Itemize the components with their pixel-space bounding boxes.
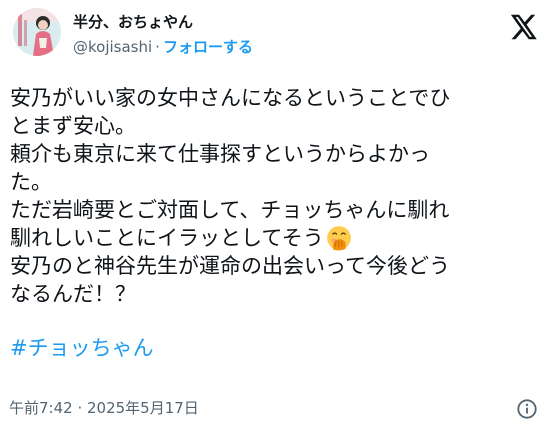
- tweet-text: 安乃がいい家の女中さんになるということでひ とまず安心。 頼介も東京に来て仕事探…: [10, 84, 538, 362]
- author-handle-row: @kojisashi · フォローする: [73, 37, 253, 57]
- author-avatar[interactable]: [13, 8, 61, 56]
- info-icon[interactable]: [516, 398, 538, 420]
- author-info: 半分、おちょやん @kojisashi · フォローする: [73, 12, 253, 57]
- tweet-line: た。: [10, 170, 52, 194]
- tweet-line: 安乃がいい家の女中さんになるということでひ: [10, 86, 451, 110]
- tweet-line: 頼介も東京に来て仕事探すというからよかっ: [10, 142, 430, 166]
- hashtag-link[interactable]: #チョッちゃん: [10, 334, 154, 362]
- tweet-card: 半分、おちょやん @kojisashi · フォローする 安乃がいい家の女中さんにな…: [0, 0, 550, 431]
- x-logo-icon[interactable]: [510, 14, 538, 40]
- face-with-hand-over-mouth-emoji-icon: [326, 226, 351, 251]
- tweet-line-with-emoji: 馴れしいことにイラッとしてそう: [10, 224, 538, 252]
- follow-button[interactable]: フォローする: [163, 38, 253, 56]
- author-display-name[interactable]: 半分、おちょやん: [73, 12, 253, 32]
- tweet-timestamp[interactable]: 午前7:42 · 2025年5月17日: [9, 398, 199, 418]
- tweet-line: 馴れしいことにイラッとしてそう: [10, 226, 324, 250]
- tweet-line: とまず安心。: [10, 114, 136, 138]
- avatar-image: [13, 8, 61, 56]
- tweet-line: 安乃のと神谷先生が運命の出会いって今後どう: [10, 254, 450, 278]
- tweet-line: なるんだ！？: [10, 282, 136, 306]
- handle-separator: ·: [155, 38, 160, 56]
- author-handle[interactable]: @kojisashi: [73, 38, 152, 56]
- tweet-line: ただ岩崎要とご対面して、チョッちゃんに馴れ: [10, 198, 450, 222]
